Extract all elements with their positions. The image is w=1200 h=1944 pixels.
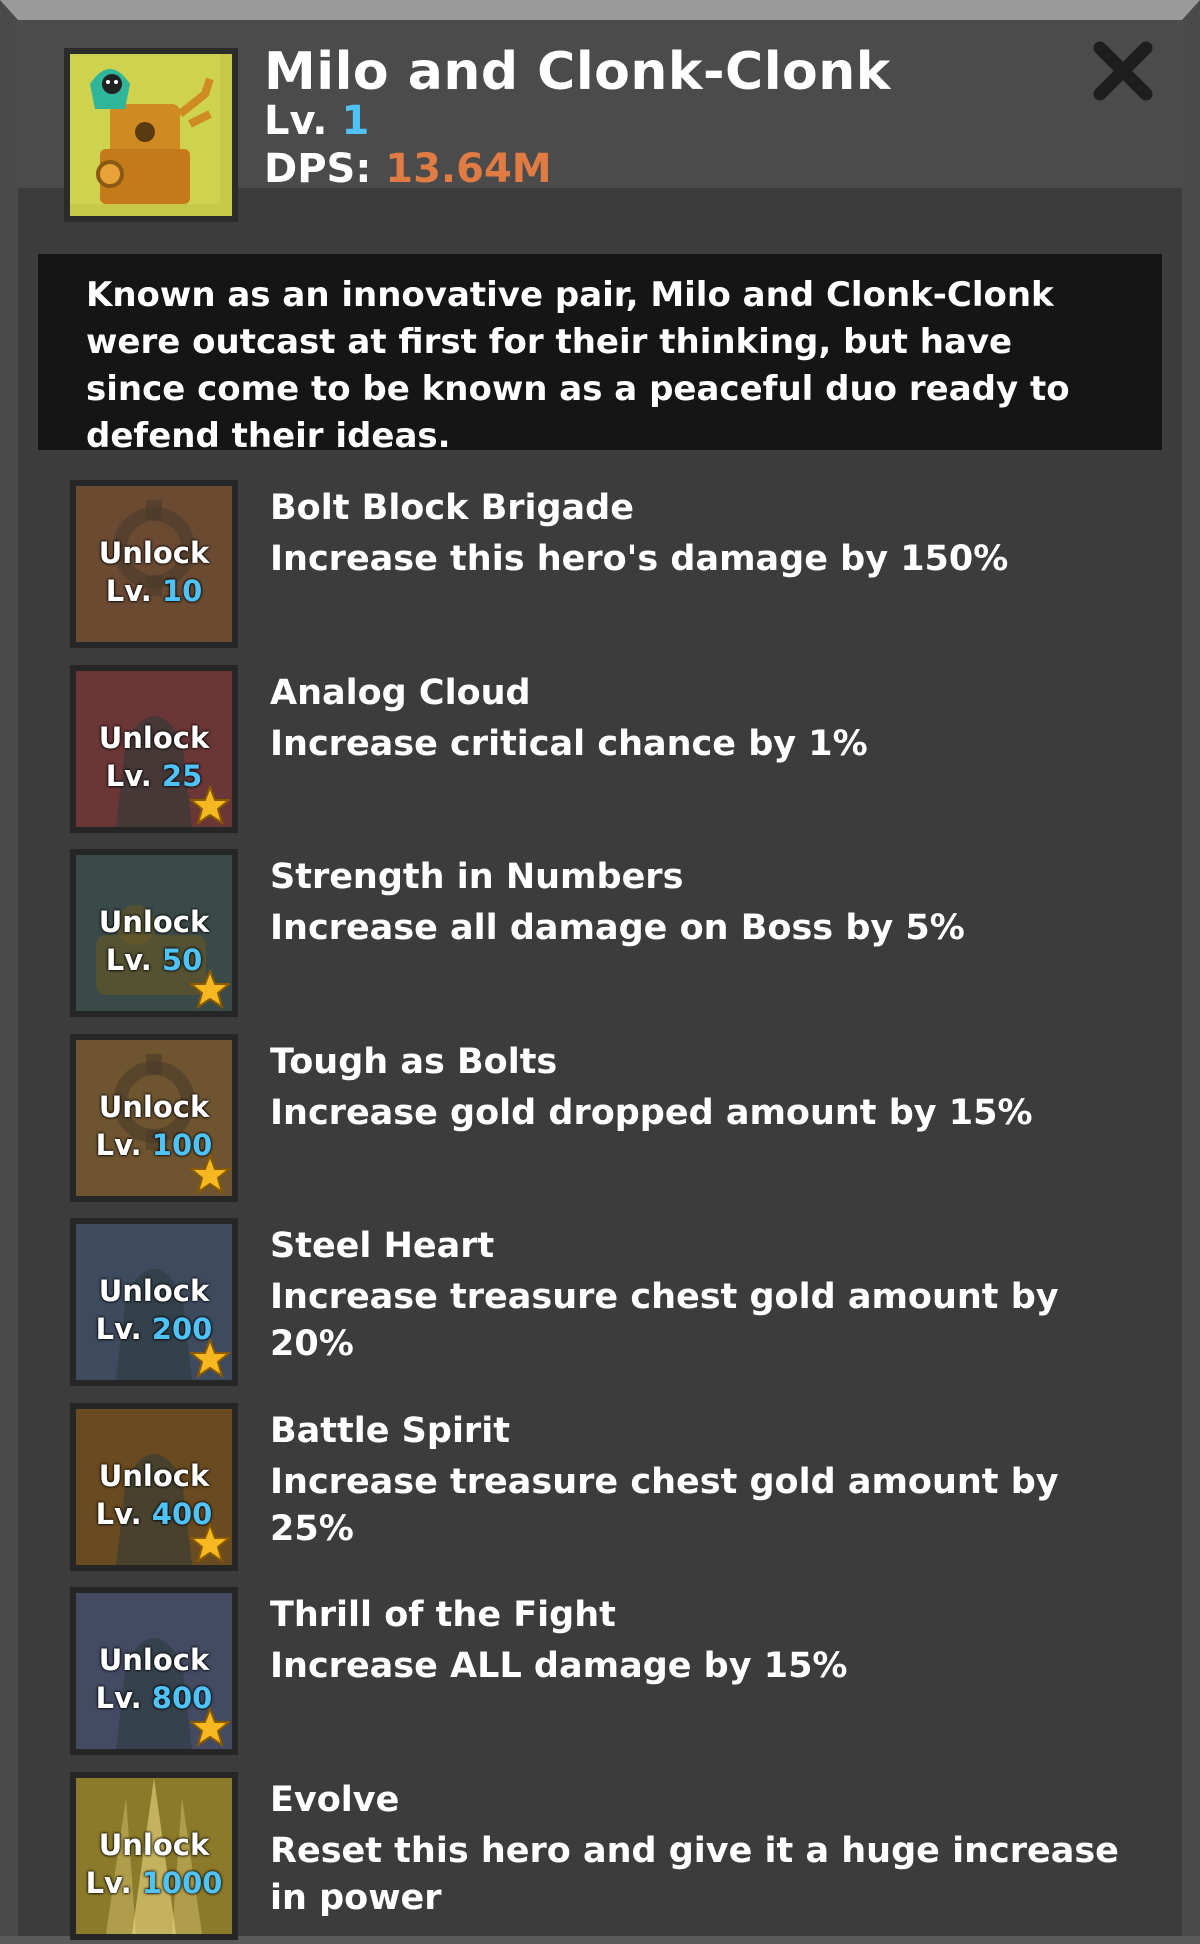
unlock-label: Unlock Lv. 400	[76, 1457, 232, 1533]
star-icon	[190, 1707, 230, 1747]
skill-row: Unlock Lv. 400 Battle Spirit Increase treas…	[70, 1402, 1150, 1575]
close-button[interactable]	[1092, 40, 1154, 102]
hero-dps-label: DPS:	[264, 146, 372, 192]
unlock-label: Unlock Lv. 200	[76, 1272, 232, 1348]
skill-icon-frame: Unlock Lv. 100	[70, 1033, 238, 1202]
skill-row: Unlock Lv. 25 Analog Cloud Increase critica…	[70, 664, 1150, 837]
unlock-level-prefix: Lv.	[85, 1865, 132, 1900]
close-icon	[1093, 41, 1153, 101]
unlock-text: Unlock	[98, 1274, 210, 1308]
hero-dps: DPS: 13.64M	[264, 146, 552, 192]
unlock-label: Unlock Lv. 100	[76, 1088, 232, 1164]
skill-icon-frame: Unlock Lv. 800	[70, 1587, 238, 1755]
skill-description: Increase gold dropped amount by 15%	[270, 1092, 1033, 1133]
unlock-label: Unlock Lv. 800	[76, 1641, 232, 1717]
hero-level-value: 1	[341, 98, 370, 144]
star-icon	[190, 784, 230, 825]
skill-name: Evolve	[270, 1779, 400, 1820]
skill-description: Increase this hero's damage by 150%	[270, 539, 1009, 579]
skill-row: Unlock Lv. 100 Tough as Bolts Increase gold…	[70, 1033, 1150, 1206]
skill-icon-frame: Unlock Lv. 10	[70, 480, 238, 648]
unlock-level: Lv. 10	[76, 572, 232, 610]
unlock-level-value: 10	[161, 574, 203, 608]
unlock-level-prefix: Lv.	[105, 574, 152, 608]
skill-icon-frame: Unlock Lv. 400	[70, 1402, 238, 1571]
star-icon	[190, 1338, 230, 1378]
skill-name: Strength in Numbers	[270, 857, 684, 897]
skill-description: Increase treasure chest gold amount by 2…	[270, 1461, 1059, 1549]
hero-level-label: Lv.	[264, 98, 328, 144]
skill-row: Unlock Lv. 200 Steel Heart Increase treasur…	[70, 1218, 1150, 1390]
unlock-text: Unlock	[98, 1458, 210, 1493]
skill-name: Thrill of the Fight	[270, 1595, 616, 1635]
unlock-level-prefix: Lv.	[105, 943, 152, 977]
hero-name: Milo and Clonk-Clonk	[264, 42, 891, 102]
skill-description: Increase treasure chest gold amount by 2…	[270, 1277, 1059, 1364]
hero-description: Known as an innovative pair, Milo and Cl…	[38, 254, 1162, 456]
unlock-text: Unlock	[98, 1827, 210, 1862]
hero-dps-value: 13.64M	[385, 146, 552, 192]
unlock-level-prefix: Lv.	[95, 1681, 142, 1715]
skill-name: Analog Cloud	[270, 672, 531, 713]
star-icon	[190, 969, 230, 1009]
unlock-level-prefix: Lv.	[95, 1312, 142, 1346]
skill-icon-frame: Unlock Lv. 25	[70, 664, 238, 833]
unlock-label: Unlock Lv. 10	[76, 534, 232, 610]
skill-row: Unlock Lv. 800 Thrill of the Fight Increase…	[70, 1587, 1150, 1759]
unlock-level-prefix: Lv.	[95, 1127, 142, 1162]
unlock-text: Unlock	[98, 536, 210, 570]
unlock-text: Unlock	[98, 1643, 210, 1677]
skill-name: Steel Heart	[270, 1226, 495, 1266]
unlock-level-prefix: Lv.	[105, 758, 152, 793]
skill-icon-frame: Unlock Lv. 200	[70, 1218, 238, 1386]
skill-description: Increase critical chance by 1%	[270, 723, 868, 764]
star-icon	[190, 1153, 230, 1194]
unlock-level-value: 1000	[141, 1865, 223, 1900]
skill-description: Reset this hero and give it a huge incre…	[270, 1830, 1119, 1918]
unlock-text: Unlock	[98, 1089, 210, 1124]
skill-name: Battle Spirit	[270, 1410, 510, 1451]
unlock-level: Lv. 1000	[76, 1864, 232, 1902]
unlock-text: Unlock	[98, 720, 210, 755]
unlock-label: Unlock Lv. 25	[76, 719, 232, 795]
unlock-level-prefix: Lv.	[95, 1496, 142, 1531]
skill-row: Unlock Lv. 50 Strength in Numbers Increase …	[70, 849, 1150, 1021]
unlock-label: Unlock Lv. 1000	[76, 1826, 232, 1902]
skill-description: Increase ALL damage by 15%	[270, 1646, 848, 1686]
skill-icon-frame: Unlock Lv. 1000	[70, 1771, 238, 1940]
unlock-label: Unlock Lv. 50	[76, 903, 232, 979]
skill-name: Bolt Block Brigade	[270, 488, 634, 528]
hero-level: Lv. 1	[264, 98, 369, 144]
hero-portrait	[64, 48, 238, 222]
skill-row: Unlock Lv. 1000 Evolve Reset this hero and …	[70, 1771, 1150, 1944]
robot-hero-icon	[70, 54, 220, 204]
skill-row: Unlock Lv. 10 Bolt Block Brigade Increase t…	[70, 480, 1150, 652]
hero-detail-panel: Milo and Clonk-Clonk Lv. 1 DPS: 13.64M K…	[0, 0, 1200, 1940]
skill-icon-frame: Unlock Lv. 50	[70, 849, 238, 1017]
unlock-text: Unlock	[98, 905, 210, 939]
skill-name: Tough as Bolts	[270, 1041, 558, 1082]
skill-description: Increase all damage on Boss by 5%	[270, 908, 965, 948]
star-icon	[190, 1522, 230, 1563]
